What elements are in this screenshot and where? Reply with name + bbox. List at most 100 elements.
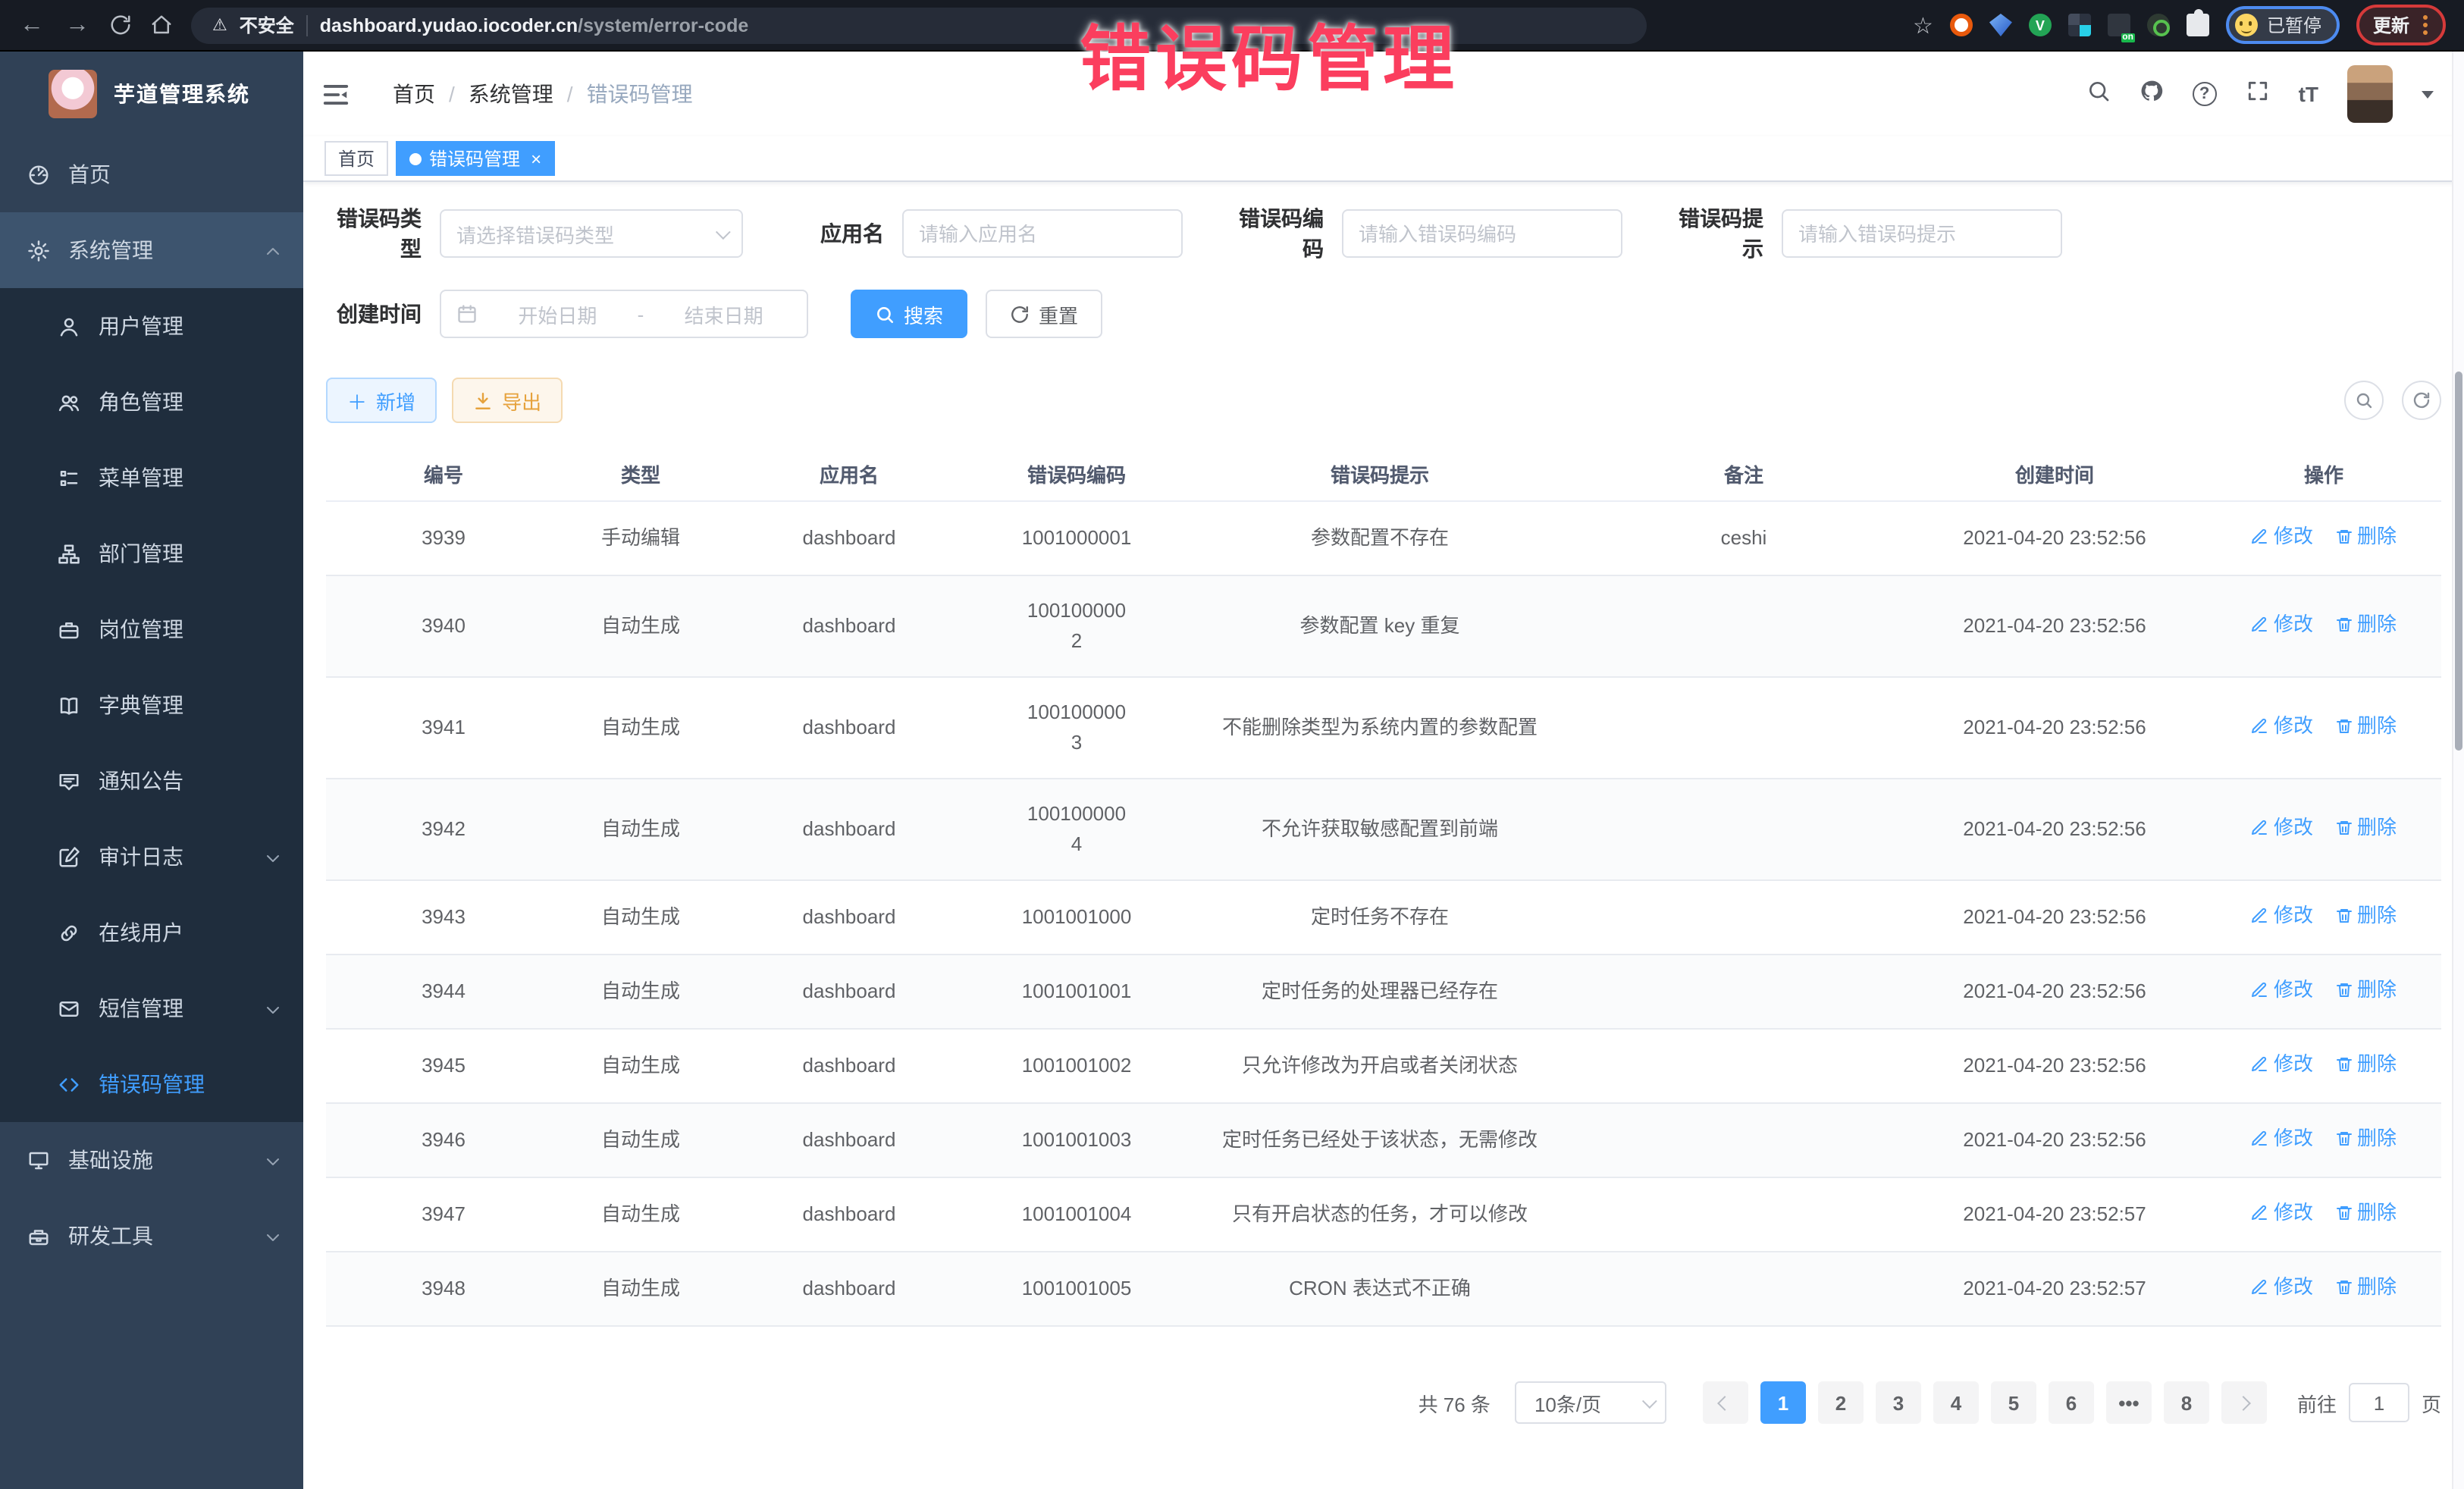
error-code-input[interactable] (1359, 222, 1606, 245)
refresh-table-button[interactable] (2402, 381, 2441, 420)
next-page-button[interactable] (2221, 1381, 2267, 1424)
sidebar-item-role[interactable]: 角色管理 (0, 364, 303, 440)
extension-v-icon[interactable]: V (2029, 14, 2052, 36)
edit-link[interactable]: 修改 (2251, 901, 2313, 931)
extension-key-icon[interactable] (2147, 14, 2170, 36)
page-button-3[interactable]: 3 (1876, 1381, 1921, 1424)
cell-code: 1001001002 (978, 1029, 1175, 1103)
app-logo[interactable]: 芋道管理系统 (0, 52, 303, 136)
app-name-input[interactable] (919, 222, 1166, 245)
scrollbar[interactable] (2452, 52, 2464, 1489)
sidebar-item-post[interactable]: 岗位管理 (0, 591, 303, 667)
table-row: 3943自动生成dashboard1001001000定时任务不存在2021-0… (326, 880, 2441, 955)
close-tag-icon[interactable]: × (531, 149, 541, 168)
tag-home[interactable]: 首页 (324, 141, 388, 176)
sidebar-item-system[interactable]: 系统管理 (0, 212, 303, 288)
extension-ring-icon[interactable] (1950, 14, 1973, 36)
delete-link[interactable]: 删除 (2334, 610, 2397, 640)
extensions-puzzle-icon[interactable] (2187, 14, 2209, 36)
edit-link[interactable]: 修改 (2251, 1124, 2313, 1154)
page-size-select[interactable]: 10条/页 (1515, 1381, 1666, 1424)
add-button[interactable]: ＋ 新增 (326, 378, 437, 423)
breadcrumb-system[interactable]: 系统管理 (469, 79, 553, 109)
delete-link[interactable]: 删除 (2334, 1049, 2397, 1080)
sidebar-item-infra[interactable]: 基础设施 (0, 1122, 303, 1198)
cell-tip: 参数配置不存在 (1175, 501, 1585, 575)
extension-on-icon[interactable] (2108, 14, 2130, 36)
edit-link[interactable]: 修改 (2251, 610, 2313, 640)
error-type-select[interactable]: 请选择错误码类型 (440, 209, 743, 258)
delete-link[interactable]: 删除 (2334, 522, 2397, 552)
toggle-search-button[interactable] (2344, 381, 2384, 420)
sidebar-item-home[interactable]: 首页 (0, 136, 303, 212)
navbar: 首页 / 系统管理 / 错误码管理 ? (303, 52, 2464, 136)
filter-app: 应用名 (788, 209, 1183, 258)
breadcrumb-home[interactable]: 首页 (393, 79, 435, 109)
browser-update-button[interactable]: 更新 (2356, 5, 2446, 45)
search-button[interactable]: 搜索 (851, 290, 967, 338)
edit-link[interactable]: 修改 (2251, 1198, 2313, 1228)
fullscreen-icon[interactable] (2246, 78, 2270, 110)
sidebar-item-user[interactable]: 用户管理 (0, 288, 303, 364)
reset-button[interactable]: 重置 (986, 290, 1102, 338)
reload-icon[interactable] (109, 14, 132, 36)
user-avatar[interactable] (2347, 65, 2393, 123)
delete-link[interactable]: 删除 (2334, 813, 2397, 843)
page-button-1[interactable]: 1 (1760, 1381, 1806, 1424)
tag-error-code[interactable]: 错误码管理 × (396, 141, 555, 176)
delete-link[interactable]: 删除 (2334, 711, 2397, 741)
page-button-2[interactable]: 2 (1818, 1381, 1864, 1424)
sidebar-item-menu[interactable]: 菜单管理 (0, 440, 303, 516)
sidebar-item-dict[interactable]: 字典管理 (0, 667, 303, 743)
avatar-caret-icon[interactable] (2422, 90, 2434, 98)
edit-link[interactable]: 修改 (2251, 975, 2313, 1005)
sidebar-item-error-code[interactable]: 错误码管理 (0, 1046, 303, 1122)
sidebar-item-notice[interactable]: 通知公告 (0, 743, 303, 819)
page-button-4[interactable]: 4 (1933, 1381, 1979, 1424)
export-button[interactable]: 导出 (452, 378, 563, 423)
extension-squares-icon[interactable] (2068, 14, 2091, 36)
delete-link[interactable]: 删除 (2334, 1124, 2397, 1154)
sidebar-item-audit-log[interactable]: 审计日志 (0, 819, 303, 895)
home-icon[interactable] (150, 14, 173, 36)
more-pages-button[interactable]: ••• (2106, 1381, 2152, 1424)
edit-link[interactable]: 修改 (2251, 522, 2313, 552)
cell-id: 3940 (326, 575, 561, 677)
delete-link[interactable]: 删除 (2334, 1272, 2397, 1302)
browser-profile-chip[interactable]: 已暂停 (2226, 6, 2340, 44)
cell-app: dashboard (720, 501, 978, 575)
sidebar-menu: 首页系统管理用户管理角色管理菜单管理部门管理岗位管理字典管理通知公告审计日志在线… (0, 136, 303, 1489)
sidebar-item-dev-tools[interactable]: 研发工具 (0, 1198, 303, 1274)
back-icon[interactable]: ← (18, 13, 45, 37)
hamburger-icon[interactable] (321, 80, 350, 108)
help-icon[interactable]: ? (2193, 82, 2217, 106)
delete-link[interactable]: 删除 (2334, 975, 2397, 1005)
edit-link[interactable]: 修改 (2251, 711, 2313, 741)
delete-link[interactable]: 删除 (2334, 1198, 2397, 1228)
address-bar[interactable]: ⚠ 不安全 dashboard.yudao.iocoder.cn/system/… (191, 7, 1647, 43)
scrollbar-thumb[interactable] (2455, 371, 2462, 751)
sidebar-item-dept[interactable]: 部门管理 (0, 516, 303, 591)
page-button-8[interactable]: 8 (2164, 1381, 2209, 1424)
edit-icon (56, 845, 80, 869)
header-search-icon[interactable] (2086, 78, 2111, 110)
cell-actions: 修改删除 (2206, 1029, 2441, 1103)
sidebar-item-online-user[interactable]: 在线用户 (0, 895, 303, 970)
github-icon[interactable] (2140, 78, 2164, 110)
goto-page-input[interactable] (2349, 1383, 2409, 1422)
extension-gem-icon[interactable] (1989, 14, 2012, 36)
forward-icon[interactable]: → (64, 13, 91, 37)
edit-link[interactable]: 修改 (2251, 1049, 2313, 1080)
prev-page-button[interactable] (1703, 1381, 1748, 1424)
edit-link[interactable]: 修改 (2251, 813, 2313, 843)
delete-link[interactable]: 删除 (2334, 901, 2397, 931)
sidebar-item-sms[interactable]: 短信管理 (0, 970, 303, 1046)
font-size-icon[interactable]: tT (2299, 82, 2318, 106)
page-button-6[interactable]: 6 (2049, 1381, 2094, 1424)
calendar-icon (456, 303, 478, 324)
date-range-picker[interactable]: 开始日期 - 结束日期 (440, 290, 808, 338)
bookmark-star-icon[interactable]: ☆ (1913, 11, 1933, 39)
error-tip-input[interactable] (1798, 222, 2045, 245)
page-button-5[interactable]: 5 (1991, 1381, 2036, 1424)
edit-link[interactable]: 修改 (2251, 1272, 2313, 1302)
